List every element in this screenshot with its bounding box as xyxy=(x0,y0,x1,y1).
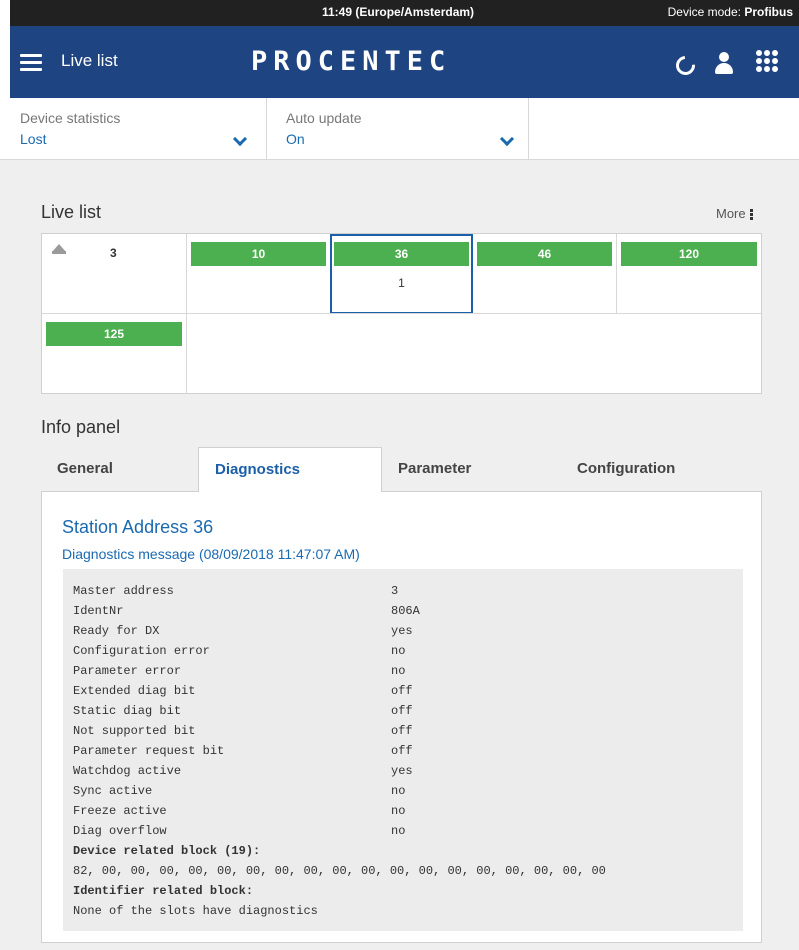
clock-label: 11:49 (Europe/Amsterdam) xyxy=(322,5,475,19)
identifier-block-heading: Identifier related block: xyxy=(73,884,254,898)
menu-icon[interactable] xyxy=(20,54,42,71)
crown-icon xyxy=(52,244,66,254)
apps-grid-icon[interactable] xyxy=(756,50,778,72)
auto-update-dropdown[interactable]: Auto update On xyxy=(286,98,528,160)
station-badge: 36 xyxy=(334,242,469,266)
diag-row: Parameter request bit off xyxy=(73,744,413,758)
dropdown-label: Auto update xyxy=(286,110,362,126)
dropdown-value: Lost xyxy=(20,131,47,147)
station-badge: 46 xyxy=(477,242,612,266)
station-cell[interactable]: 125 xyxy=(42,314,187,394)
diag-row: Not supported bit off xyxy=(73,724,413,738)
diag-row: Diag overflow no xyxy=(73,824,406,838)
chevron-down-icon xyxy=(499,131,515,147)
station-cell[interactable]: 46 xyxy=(473,234,617,314)
procentec-logo: PROCENTEC xyxy=(251,46,452,77)
station-address-title: Station Address 36 xyxy=(62,517,214,537)
more-vertical-icon xyxy=(749,208,753,221)
chevron-down-icon xyxy=(232,131,248,147)
station-cell-selected[interactable]: 36 1 xyxy=(330,234,473,314)
diagnostics-output: Master address 3 IdentNr 806A Ready for DX… xyxy=(63,569,743,931)
station-cell[interactable]: 120 xyxy=(617,234,761,314)
device-mode-label: Device mode: xyxy=(667,5,741,19)
diag-row: Master address 3 xyxy=(73,584,399,598)
diag-row: Freeze active no xyxy=(73,804,406,818)
more-menu-button[interactable]: More xyxy=(716,206,753,221)
diag-row: IdentNr 806A xyxy=(73,604,420,618)
diag-row: Static diag bit off xyxy=(73,704,413,718)
diagnostics-message-title: Diagnostics message (08/09/2018 11:47:07… xyxy=(62,546,360,562)
info-panel-heading: Info panel xyxy=(41,417,121,437)
diag-row: Extended diag bit off xyxy=(73,684,413,698)
diagnostics-panel: Station Address 36 Diagnostics message (… xyxy=(41,491,762,943)
info-panel-tabs: General Diagnostics Parameter Configurat… xyxy=(41,447,762,492)
app-header: Live list PROCENTEC xyxy=(0,26,799,98)
master-address: 3 xyxy=(110,246,117,260)
diag-row: Watchdog active yes xyxy=(73,764,413,778)
station-badge: 125 xyxy=(46,322,182,346)
device-mode-value: Profibus xyxy=(744,5,793,19)
tab-general[interactable]: General xyxy=(57,447,197,492)
diag-row: Configuration error no xyxy=(73,644,406,658)
device-statistics-dropdown[interactable]: Device statistics Lost xyxy=(20,98,265,160)
live-list-heading: Live list xyxy=(41,202,102,222)
device-block-bytes: 82, 00, 00, 00, 00, 00, 00, 00, 00, 00, … xyxy=(73,864,606,878)
dropdown-label: Device statistics xyxy=(20,110,121,126)
live-list-grid: 3 10 36 1 46 120 125 xyxy=(41,233,762,394)
tab-configuration[interactable]: Configuration xyxy=(577,447,747,492)
diag-row: Parameter error no xyxy=(73,664,406,678)
tab-diagnostics[interactable]: Diagnostics xyxy=(198,447,382,492)
filter-bar: Device statistics Lost Auto update On xyxy=(0,98,799,160)
station-badge: 10 xyxy=(191,242,326,266)
device-mode-indicator: Device mode: Profibus xyxy=(668,5,793,19)
device-block-heading: Device related block (19): xyxy=(73,844,261,858)
tab-parameter[interactable]: Parameter xyxy=(398,447,558,492)
station-cell[interactable]: 10 xyxy=(187,234,331,314)
diag-row: Ready for DX yes xyxy=(73,624,413,638)
station-badge: 120 xyxy=(621,242,757,266)
status-bar: 11:49 (Europe/Amsterdam) Device mode: Pr… xyxy=(0,0,799,26)
master-station-cell[interactable]: 3 xyxy=(42,234,187,314)
dropdown-value: On xyxy=(286,131,305,147)
identifier-block-text: None of the slots have diagnostics xyxy=(73,904,318,918)
station-slot-count: 1 xyxy=(398,276,405,290)
diag-row: Sync active no xyxy=(73,784,406,798)
page-title: Live list xyxy=(61,51,118,70)
user-icon[interactable] xyxy=(712,50,736,74)
